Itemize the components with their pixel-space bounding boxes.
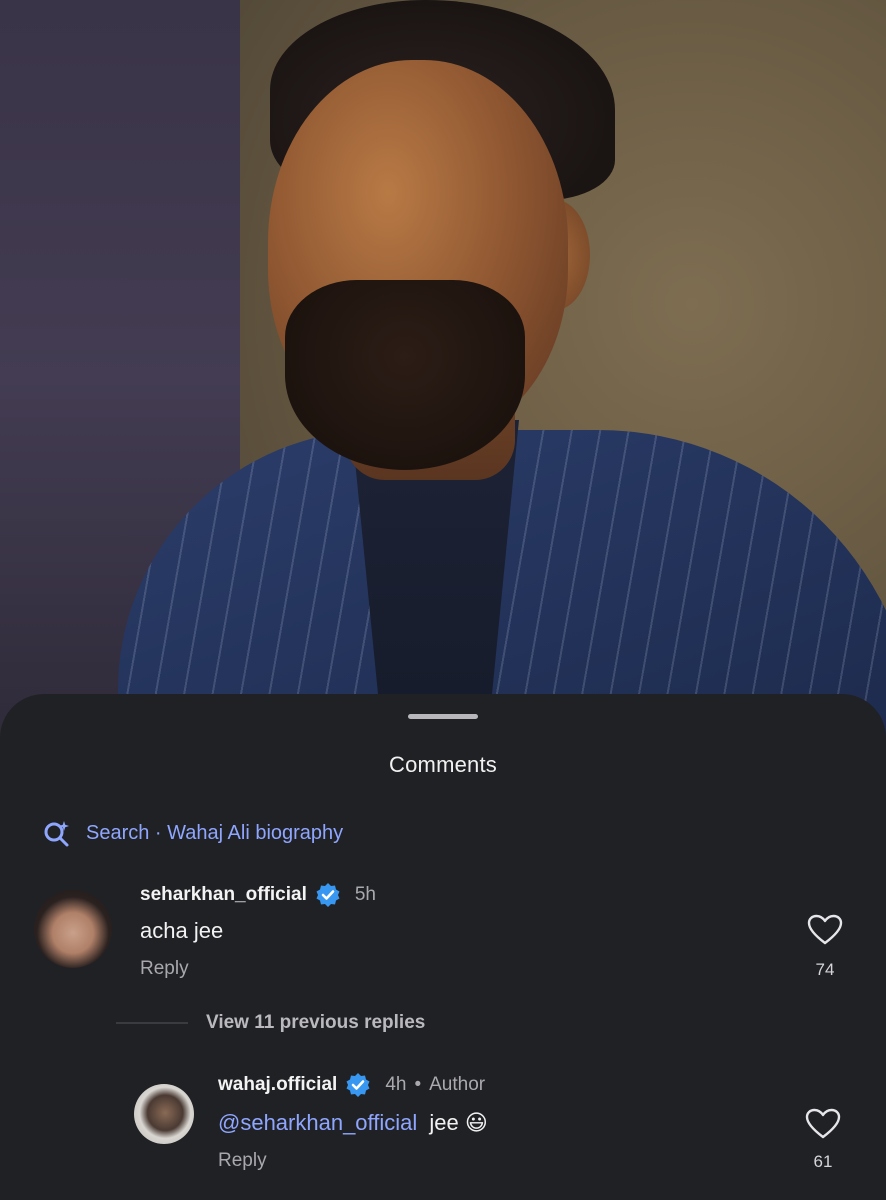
comments-sheet: Comments Search · Wahaj Ali biography se…	[0, 694, 886, 1200]
reply-button[interactable]: Reply	[140, 958, 189, 980]
like-count: 74	[815, 960, 835, 979]
meta-separator: •	[414, 1074, 422, 1095]
search-suggestion[interactable]: Search · Wahaj Ali biography	[42, 818, 343, 848]
reply-meta: wahaj.official 4h • Author	[218, 1072, 485, 1098]
smile-emoji: 😃	[464, 1110, 488, 1135]
avatar[interactable]	[34, 890, 112, 968]
mention-link[interactable]: @seharkhan_official	[218, 1110, 417, 1135]
comment-username[interactable]: seharkhan_official	[140, 884, 307, 906]
post-photo	[0, 0, 886, 760]
heart-outline-icon[interactable]	[805, 1108, 841, 1140]
view-replies-row[interactable]: View 11 previous replies	[116, 1012, 425, 1034]
sheet-title: Comments	[389, 752, 497, 777]
sheet-drag-handle[interactable]	[408, 714, 478, 719]
replies-divider	[116, 1022, 188, 1024]
search-sparkle-icon	[44, 821, 69, 847]
search-suggestion-text[interactable]: Search · Wahaj Ali biography	[86, 822, 343, 845]
heart-outline-icon[interactable]	[807, 914, 843, 946]
verified-badge-icon	[316, 883, 340, 907]
verified-badge-icon	[346, 1073, 370, 1097]
reply-body: jee	[429, 1110, 459, 1135]
view-previous-replies-button[interactable]: View 11 previous replies	[206, 1012, 425, 1034]
comment-time: 5h	[354, 884, 376, 905]
author-badge: Author	[429, 1074, 486, 1095]
reply-button[interactable]: Reply	[218, 1150, 267, 1172]
photo-beard	[285, 280, 525, 470]
like-count: 61	[813, 1152, 833, 1171]
comment-text: acha jee	[140, 918, 224, 943]
reply-text: @seharkhan_official jee 😃	[218, 1110, 488, 1136]
reply-time: 4h	[385, 1074, 407, 1095]
avatar[interactable]	[134, 1084, 194, 1144]
comment-meta: seharkhan_official 5h	[140, 882, 376, 908]
reply-username[interactable]: wahaj.official	[218, 1074, 337, 1096]
